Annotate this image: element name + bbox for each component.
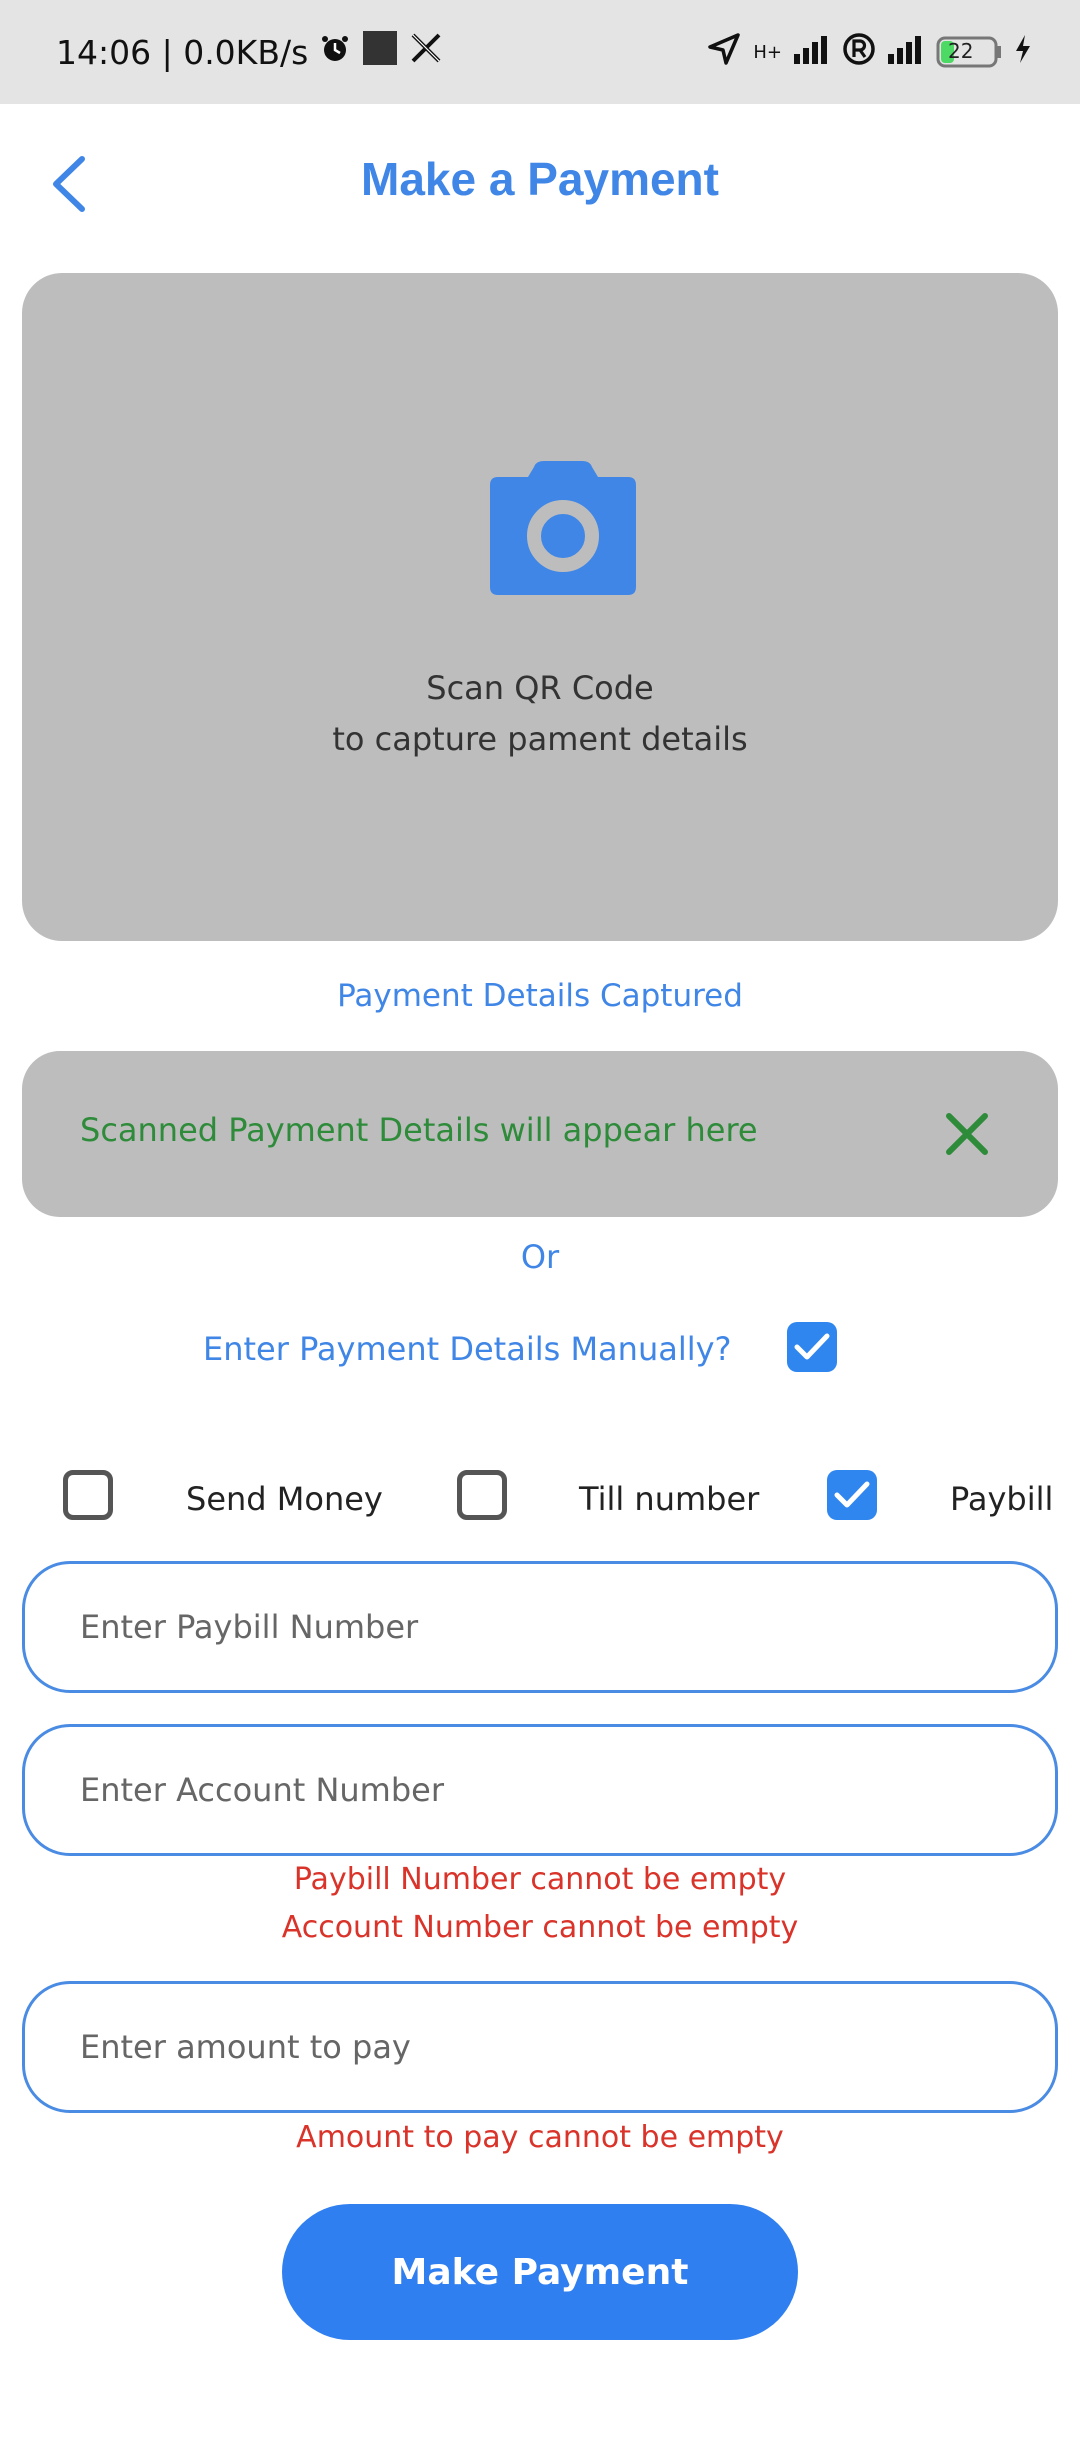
alarm-icon: [320, 33, 350, 72]
camera-icon: [490, 461, 636, 595]
payment-type-row: Send Money Till number Paybill: [0, 1466, 1080, 1526]
battery-icon: 22: [936, 36, 1002, 68]
account-number-field: [22, 1724, 1058, 1856]
clear-details-button[interactable]: [936, 1103, 998, 1165]
charging-icon: [1014, 34, 1032, 70]
status-left: 14:06 | 0.0KB/s: [56, 0, 442, 104]
manual-entry-checkbox[interactable]: [787, 1322, 837, 1372]
scanned-details-box: Scanned Payment Details will appear here: [22, 1051, 1058, 1217]
amount-field: [22, 1981, 1058, 2113]
signal-icon-2: [888, 34, 924, 70]
account-number-input[interactable]: [80, 1727, 1000, 1853]
or-separator: Or: [520, 1238, 560, 1276]
status-time: 14:06 | 0.0KB/s: [56, 32, 309, 72]
make-payment-button[interactable]: Make Payment: [282, 2204, 798, 2340]
amount-input[interactable]: [80, 1984, 1000, 2110]
page-title: Make a Payment: [361, 153, 719, 205]
scan-title: Scan QR Code: [426, 669, 654, 707]
network-type-label: H+: [753, 41, 782, 63]
send-money-label: Send Money: [186, 1480, 383, 1518]
paybill-number-field: [22, 1561, 1058, 1693]
paybill-error: Paybill Number cannot be empty: [293, 1862, 787, 1897]
paybill-number-input[interactable]: [80, 1564, 1000, 1690]
registered-icon: [842, 32, 876, 72]
account-error: Account Number cannot be empty: [281, 1910, 799, 1945]
amount-error: Amount to pay cannot be empty: [296, 2120, 784, 2155]
paybill-label: Paybill: [950, 1480, 1054, 1518]
scanned-details-text: Scanned Payment Details will appear here: [80, 1111, 758, 1149]
square-app-icon: [362, 30, 398, 74]
scan-subtitle: to capture pament details: [332, 720, 748, 758]
status-bar: 14:06 | 0.0KB/s H+ 22: [0, 0, 1080, 104]
manual-entry-row: Enter Payment Details Manually?: [0, 1318, 1080, 1378]
battery-level: 22: [948, 39, 974, 63]
paybill-checkbox[interactable]: [827, 1470, 877, 1520]
till-number-label: Till number: [579, 1480, 760, 1518]
check-icon: [834, 1481, 870, 1508]
location-arrow-icon: [707, 32, 741, 72]
payment-captured-label: Payment Details Captured: [337, 978, 743, 1014]
check-icon: [794, 1333, 830, 1360]
close-icon: [946, 1113, 988, 1155]
scan-qr-card[interactable]: Scan QR Code to capture pament details: [22, 273, 1058, 941]
x-app-icon: [410, 32, 442, 72]
signal-icon-1: [794, 34, 830, 70]
manual-entry-label: Enter Payment Details Manually?: [203, 1330, 732, 1368]
status-right: H+ 22: [707, 0, 1032, 104]
app-bar: Make a Payment: [0, 104, 1080, 262]
send-money-checkbox[interactable]: [63, 1470, 113, 1520]
till-number-checkbox[interactable]: [457, 1470, 507, 1520]
